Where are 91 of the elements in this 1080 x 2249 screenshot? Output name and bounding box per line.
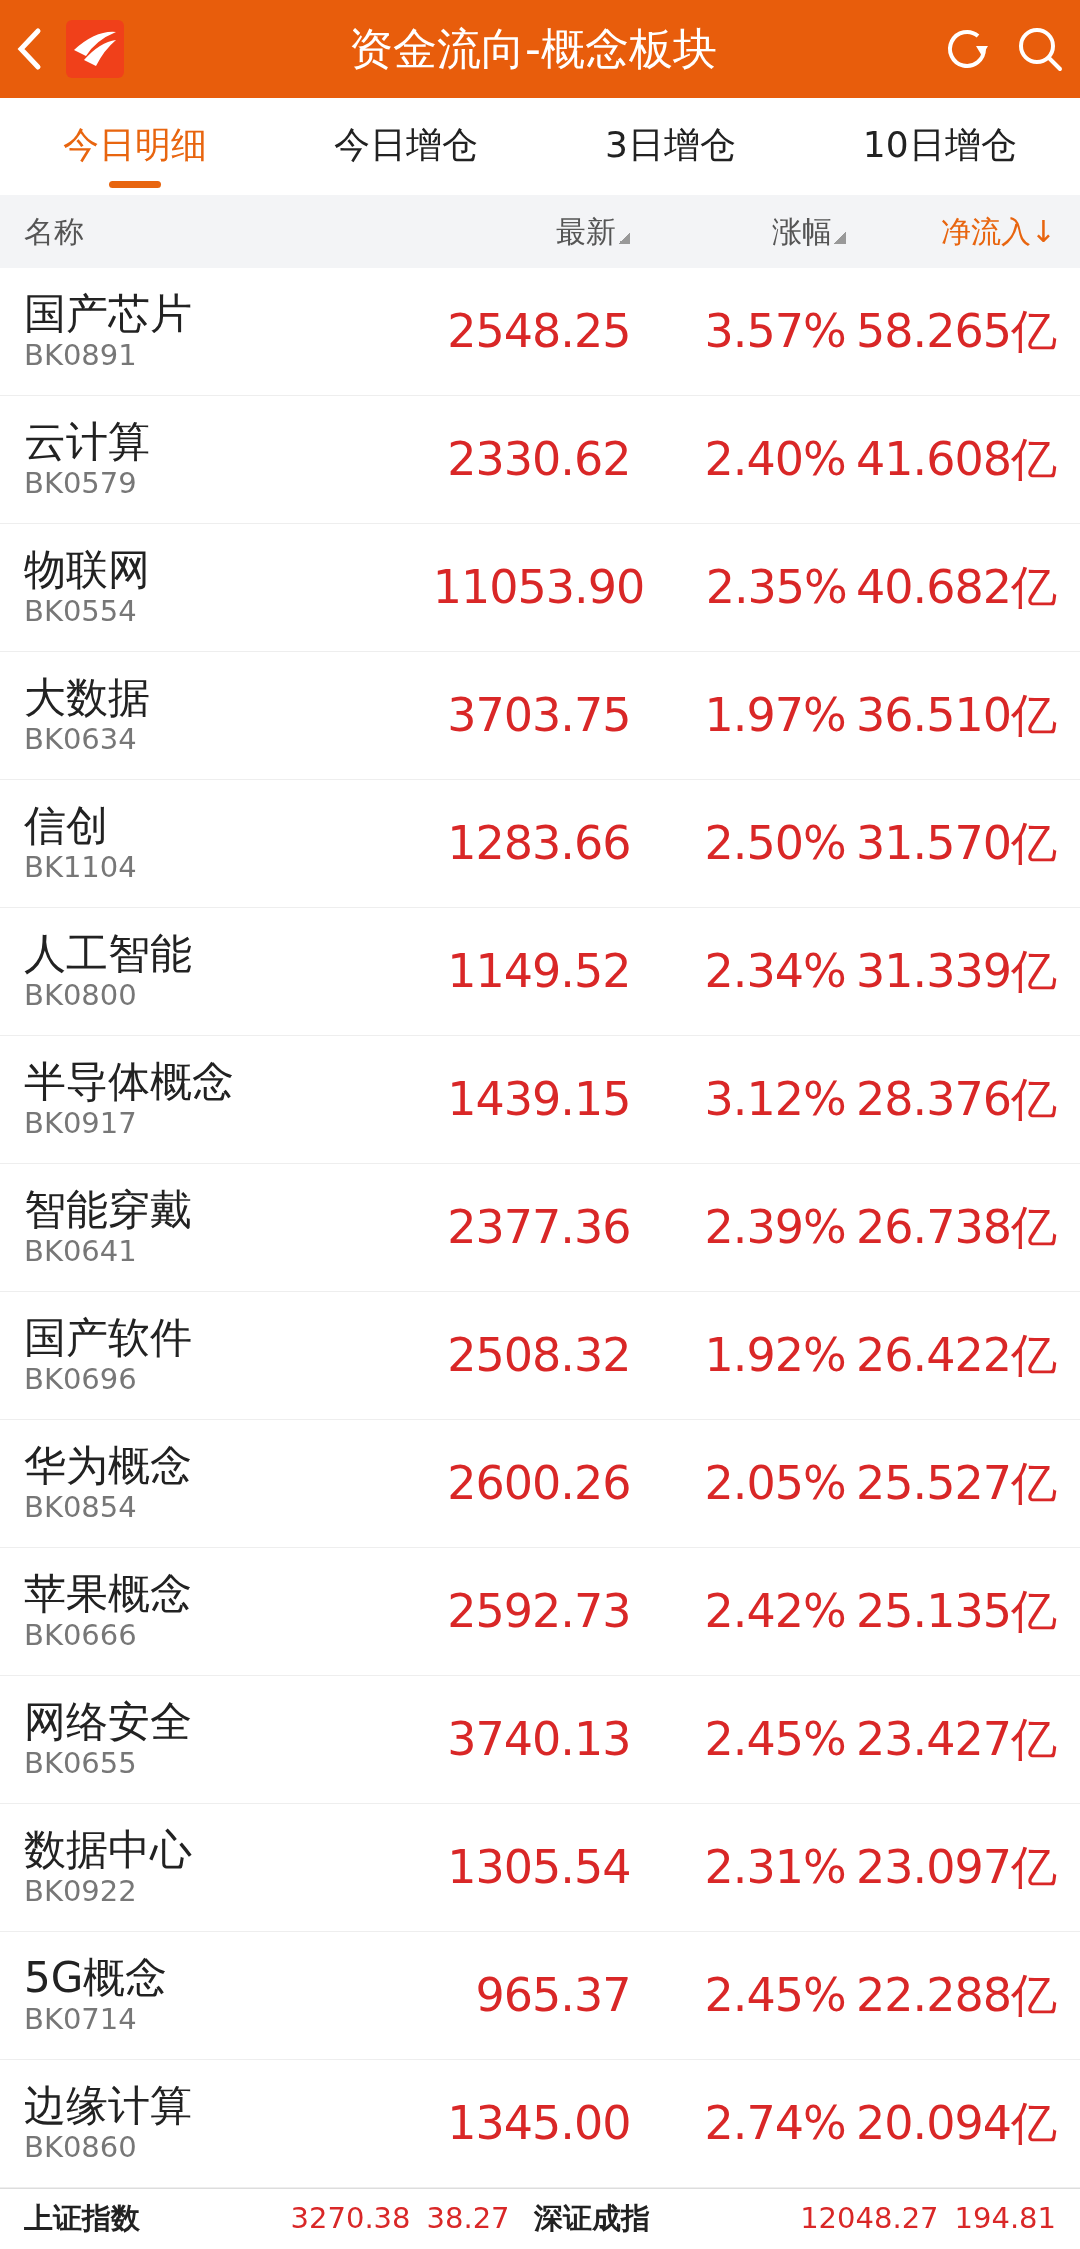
price-cell: 965.37: [475, 1968, 631, 2022]
change-cell: 2.45%: [704, 1712, 846, 1766]
change-cell: 2.50%: [704, 816, 846, 870]
change-cell: 2.74%: [704, 2096, 846, 2150]
inflow-cell: 26.422亿: [856, 1328, 1056, 1382]
sector-name: 国产芯片: [24, 289, 193, 339]
column-header[interactable]: 涨幅: [771, 214, 832, 249]
sector-code: BK0714: [24, 2002, 138, 2038]
inflow-cell: 23.427亿: [856, 1712, 1056, 1766]
index-value: 12048.27: [800, 2200, 939, 2238]
change-cell: 2.05%: [704, 1456, 846, 1510]
inflow-cell: 40.682亿: [856, 560, 1056, 614]
sector-code: BK0922: [24, 1874, 138, 1910]
inflow-cell: 26.738亿: [856, 1200, 1056, 1254]
change-cell: 2.40%: [704, 432, 846, 486]
sector-name: 物联网: [24, 545, 151, 595]
sector-name: 5G概念: [24, 1953, 169, 2003]
change-cell: 3.12%: [704, 1072, 846, 1126]
price-cell: 2600.26: [447, 1456, 631, 1510]
sector-code: BK1104: [24, 850, 138, 886]
index-name: 深证成指: [533, 2200, 650, 2238]
inflow-cell: 31.570亿: [856, 816, 1056, 870]
column-header[interactable]: 最新: [556, 214, 617, 249]
search-icon[interactable]: [1016, 25, 1064, 73]
price-cell: 11053.90: [432, 560, 645, 614]
sector-name: 国产软件: [24, 1313, 193, 1363]
change-cell: 1.97%: [704, 688, 846, 742]
sector-name: 苹果概念: [24, 1569, 193, 1619]
inflow-cell: 25.527亿: [856, 1456, 1056, 1510]
index-value: 3270.38: [290, 2200, 411, 2238]
inflow-cell: 23.097亿: [856, 1840, 1056, 1894]
sector-code: BK0641: [24, 1234, 138, 1270]
change-cell: 2.39%: [704, 1200, 846, 1254]
price-cell: 1439.15: [447, 1072, 631, 1126]
page-title: 资金流向-概念板块: [349, 23, 717, 74]
tab[interactable]: 10日增仓: [862, 101, 1017, 192]
sector-name: 华为概念: [24, 1441, 193, 1491]
sector-code: BK0554: [24, 594, 138, 630]
price-cell: 1345.00: [447, 2096, 631, 2150]
price-cell: 2508.32: [447, 1328, 631, 1382]
inflow-cell: 41.608亿: [856, 432, 1056, 486]
back-icon[interactable]: [16, 27, 42, 71]
change-cell: 2.45%: [704, 1968, 846, 2022]
sector-name: 大数据: [24, 673, 151, 723]
price-cell: 3740.13: [447, 1712, 631, 1766]
sector-code: BK0800: [24, 978, 138, 1014]
price-cell: 1149.52: [447, 944, 631, 998]
tab[interactable]: 3日增仓: [605, 101, 736, 192]
sector-code: BK0655: [24, 1746, 138, 1782]
column-header: 名称: [24, 214, 84, 249]
price-cell: 1305.54: [447, 1840, 631, 1894]
sector-code: BK0634: [24, 722, 138, 758]
inflow-cell: 58.265亿: [856, 304, 1056, 358]
change-cell: 2.42%: [704, 1584, 846, 1638]
sector-name: 半导体概念: [24, 1057, 235, 1107]
sector-code: BK0854: [24, 1490, 138, 1526]
inflow-cell: 31.339亿: [856, 944, 1056, 998]
sector-code: BK0696: [24, 1362, 138, 1398]
sector-code: BK0917: [24, 1106, 138, 1142]
sector-name: 智能穿戴: [24, 1185, 193, 1235]
index-change: 38.27: [426, 2200, 510, 2238]
price-cell: 3703.75: [447, 688, 631, 742]
change-cell: 3.57%: [704, 304, 846, 358]
price-cell: 2592.73: [447, 1584, 631, 1638]
inflow-cell: 36.510亿: [856, 688, 1056, 742]
sector-name: 数据中心: [24, 1825, 193, 1875]
index-name: 上证指数: [24, 2200, 140, 2238]
price-cell: 2548.25: [447, 304, 631, 358]
change-cell: 2.34%: [704, 944, 846, 998]
sector-name: 网络安全: [24, 1697, 193, 1747]
sector-name: 边缘计算: [24, 2081, 193, 2131]
inflow-cell: 28.376亿: [856, 1072, 1056, 1126]
logo-icon: [66, 20, 124, 78]
price-cell: 2330.62: [447, 432, 631, 486]
change-cell: 2.31%: [704, 1840, 846, 1894]
index-change: 194.81: [954, 2200, 1056, 2238]
sector-name: 人工智能: [24, 929, 193, 979]
change-cell: 2.35%: [705, 560, 847, 614]
sector-code: BK0891: [24, 338, 138, 374]
price-cell: 2377.36: [447, 1200, 631, 1254]
sector-code: BK0666: [24, 1618, 138, 1654]
inflow-cell: 22.288亿: [856, 1968, 1056, 2022]
tab[interactable]: 今日增仓: [334, 101, 479, 192]
sector-name: 信创: [24, 801, 109, 851]
sector-name: 云计算: [24, 417, 151, 467]
sector-code: BK0860: [24, 2130, 138, 2166]
inflow-cell: 20.094亿: [856, 2096, 1056, 2150]
price-cell: 1283.66: [447, 816, 631, 870]
change-cell: 1.92%: [704, 1328, 846, 1382]
sector-code: BK0579: [24, 466, 138, 502]
inflow-cell: 25.135亿: [856, 1584, 1056, 1638]
